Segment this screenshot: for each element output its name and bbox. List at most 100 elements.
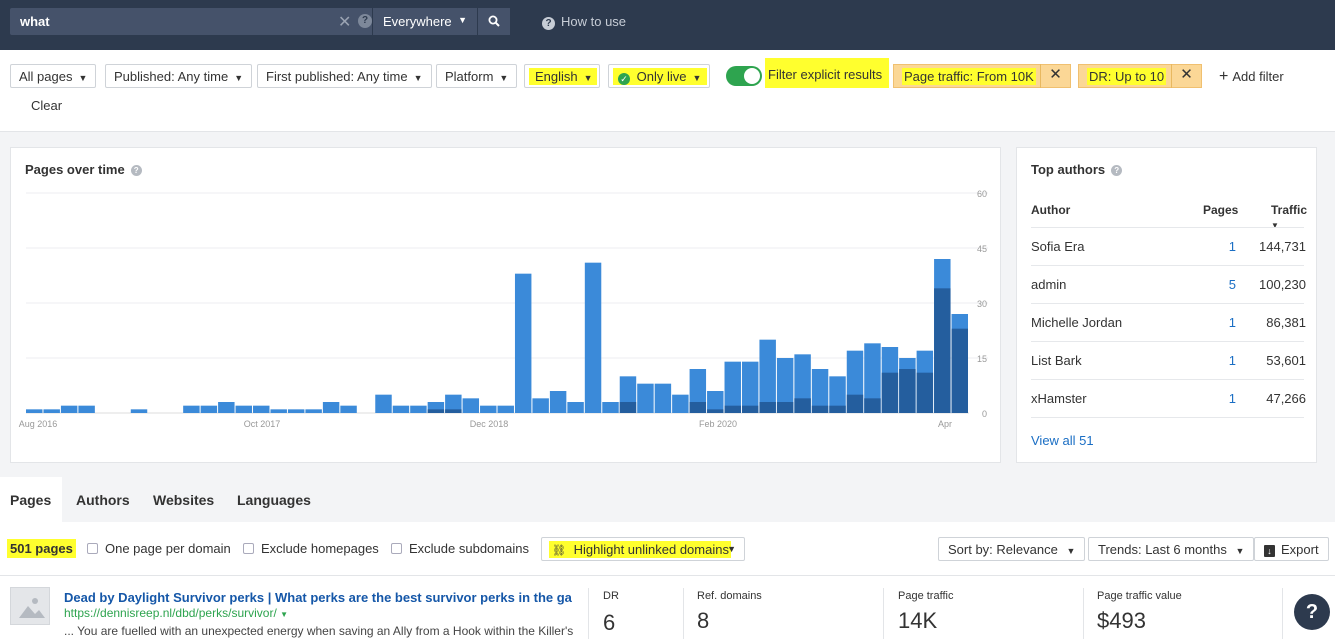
- view-all-authors-link[interactable]: View all 51: [1031, 433, 1094, 448]
- pages-col-header[interactable]: Pages: [1203, 203, 1238, 217]
- chevron-down-icon: ▼: [234, 73, 244, 83]
- how-to-use-label: How to use: [561, 14, 627, 29]
- bar: [235, 405, 253, 413]
- author-traffic: 86,381: [1266, 315, 1306, 330]
- exclude-subdomains-checkbox[interactable]: Exclude subdomains: [391, 541, 529, 556]
- export-button[interactable]: ↓ Export: [1254, 537, 1329, 561]
- published-dropdown[interactable]: Published: Any time ▼: [105, 64, 253, 88]
- bar: [532, 398, 549, 413]
- ref-domains-label: Ref. domains: [697, 590, 762, 602]
- live-dropdown[interactable]: ✓ Only live ▼: [608, 64, 710, 88]
- ref-domains-value[interactable]: 8: [697, 608, 709, 634]
- traffic-value-label: Page traffic value: [1097, 590, 1182, 602]
- bar: [584, 262, 602, 413]
- remove-filter-icon[interactable]: ✕: [1171, 64, 1201, 88]
- clear-filters-button[interactable]: Clear: [31, 98, 62, 113]
- author-name[interactable]: List Bark: [1031, 353, 1082, 368]
- page-thumbnail: [10, 587, 50, 625]
- tab-websites[interactable]: Websites: [153, 492, 214, 508]
- help-chat-button[interactable]: ?: [1294, 594, 1330, 630]
- authors-title: Top authors?: [1031, 162, 1123, 177]
- exclude-homepages-checkbox[interactable]: Exclude homepages: [243, 541, 379, 556]
- y-tick-label: 30: [977, 299, 987, 309]
- chevron-down-icon: ▼: [583, 73, 593, 83]
- one-per-domain-checkbox[interactable]: One page per domain: [87, 541, 231, 556]
- divider: [883, 588, 884, 639]
- chevron-down-icon: ▼: [458, 15, 467, 25]
- sort-dropdown[interactable]: Sort by: Relevance ▼: [938, 537, 1086, 561]
- exclude-homepages-label: Exclude homepages: [261, 541, 379, 556]
- author-name[interactable]: Sofia Era: [1031, 239, 1084, 254]
- language-dropdown[interactable]: English ▼: [524, 64, 600, 88]
- platform-dropdown[interactable]: Platform ▼: [436, 64, 518, 88]
- all-pages-dropdown[interactable]: All pages ▼: [10, 64, 97, 88]
- result-url-text: https://dennisreep.nl/dbd/perks/survivor…: [64, 606, 277, 620]
- first-published-dropdown[interactable]: First published: Any time ▼: [257, 64, 432, 88]
- authors-title-text: Top authors: [1031, 162, 1106, 177]
- trends-dropdown[interactable]: Trends: Last 6 months ▼: [1088, 537, 1255, 561]
- search-scope-dropdown[interactable]: Everywhere ▼: [373, 8, 477, 35]
- author-traffic: 53,601: [1266, 353, 1306, 368]
- search-box[interactable]: what ✕ ?: [10, 8, 372, 35]
- checkbox[interactable]: [391, 543, 402, 554]
- checkbox[interactable]: [243, 543, 254, 554]
- highlight-unlinked-dropdown[interactable]: ⛓ Highlight unlinked domains ▼: [541, 537, 745, 561]
- result-snippet: ... You are fuelled with an unexpected e…: [64, 624, 574, 638]
- explicit-toggle[interactable]: [726, 66, 762, 86]
- author-pages-link[interactable]: 5: [1229, 277, 1236, 292]
- divider: [683, 588, 684, 639]
- bar-segment: [899, 369, 916, 413]
- y-tick-label: 60: [977, 189, 987, 199]
- search-help-icon[interactable]: ?: [358, 14, 372, 28]
- bar: [392, 405, 410, 413]
- page-count: 501 pages: [7, 539, 76, 558]
- chevron-down-icon: ▼: [1235, 546, 1245, 556]
- tab-pages[interactable]: Pages: [10, 492, 51, 508]
- author-pages-link[interactable]: 1: [1229, 391, 1236, 406]
- result-title-link[interactable]: Dead by Daylight Survivor perks | What p…: [64, 590, 572, 605]
- author-pages-link[interactable]: 1: [1229, 315, 1236, 330]
- export-label: Export: [1281, 542, 1319, 557]
- page-traffic-label: Page traffic: From 10K: [902, 68, 1036, 85]
- bar-segment: [776, 402, 794, 413]
- y-tick-label: 15: [977, 354, 987, 364]
- search-input[interactable]: what: [20, 14, 50, 29]
- pages-over-time-panel: Pages over time? 0 15 30 45 60 Aug 2016 Oct 20…: [10, 147, 1001, 463]
- bar: [183, 405, 200, 413]
- search-button[interactable]: [477, 8, 510, 35]
- author-name[interactable]: xHamster: [1031, 391, 1087, 406]
- bar: [340, 405, 357, 413]
- bar-segment: [794, 398, 811, 413]
- result-url[interactable]: https://dennisreep.nl/dbd/perks/survivor…: [64, 606, 288, 620]
- add-filter-button[interactable]: + Add filter: [1219, 68, 1284, 86]
- bar-segment: [741, 405, 759, 413]
- row-divider: [1031, 379, 1304, 380]
- remove-filter-icon[interactable]: ✕: [1040, 64, 1070, 88]
- page-traffic-metric-value[interactable]: 14K: [898, 608, 937, 634]
- dr-chip[interactable]: DR: Up to 10 ✕: [1078, 64, 1202, 88]
- bar-segment: [707, 409, 724, 413]
- chart: 0 15 30 45 60 Aug 2016 Oct 2017 Dec 2018 Feb 202…: [19, 189, 988, 429]
- tab-authors[interactable]: Authors: [76, 492, 130, 508]
- author-pages-link[interactable]: 1: [1229, 239, 1236, 254]
- clear-search-icon[interactable]: ✕: [338, 12, 351, 32]
- how-to-use-link[interactable]: ? How to use: [542, 14, 626, 30]
- bar: [130, 409, 148, 413]
- tab-languages[interactable]: Languages: [237, 492, 311, 508]
- page-traffic-metric-label: Page traffic: [898, 590, 954, 602]
- author-pages-link[interactable]: 1: [1229, 353, 1236, 368]
- chevron-down-icon[interactable]: ▼: [280, 610, 288, 619]
- author-name[interactable]: admin: [1031, 277, 1066, 292]
- row-divider: [1031, 265, 1304, 266]
- traffic-col-label: Traffic: [1271, 203, 1308, 217]
- author-name[interactable]: Michelle Jordan: [1031, 315, 1122, 330]
- page-traffic-chip[interactable]: Page traffic: From 10K ✕: [893, 64, 1071, 88]
- help-icon[interactable]: ?: [1111, 165, 1123, 177]
- x-tick-label: Dec 2018: [470, 419, 509, 429]
- bar: [654, 383, 672, 413]
- checkbox[interactable]: [87, 543, 98, 554]
- bar: [43, 409, 60, 413]
- bar-segment: [619, 402, 637, 413]
- bar-segment: [951, 328, 968, 413]
- chevron-down-icon: ▼: [1066, 546, 1076, 556]
